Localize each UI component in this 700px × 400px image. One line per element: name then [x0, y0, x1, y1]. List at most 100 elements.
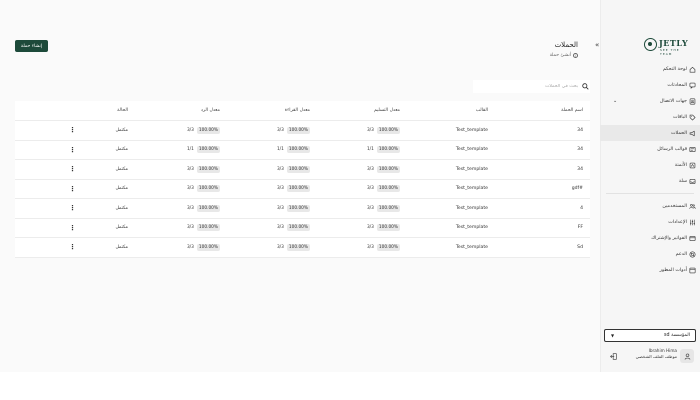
sidebar: JETLY SEE THE TEAM لوحة التحكم المحادثات ج… [600, 0, 700, 372]
reply-rate-cell: 3/3 100.00% [187, 238, 220, 257]
more-options-icon[interactable]: ⋮ [69, 121, 76, 140]
sidebar-item-tag[interactable]: الباقات [600, 109, 700, 125]
column-header-delivery: معدل التسليم [373, 108, 400, 113]
read-rate-count: 1/1 [276, 147, 284, 153]
more-options-icon[interactable]: ⋮ [69, 199, 76, 218]
brand-name: JETLY [659, 38, 689, 48]
inbox-icon [689, 178, 696, 184]
chevron-down-icon[interactable]: ⌄ [613, 98, 617, 104]
collapse-sidebar-icon[interactable]: « [595, 41, 599, 49]
avatar[interactable] [680, 349, 694, 363]
reply-rate-cell: 3/3 100.00% [187, 121, 220, 140]
sidebar-item-support[interactable]: الدعم [600, 246, 700, 262]
column-header-status: الحالة [117, 108, 128, 113]
main-content: « الحملات i أنشئ حملة إنشاء حملة اسم الح… [0, 0, 600, 372]
delivery-rate-cell: 3/3 100.00% [367, 180, 400, 199]
sidebar-item-billing[interactable]: الفواتير والإشتراك [600, 230, 700, 246]
more-options-icon[interactable]: ⋮ [69, 141, 76, 160]
sidebar-item-label: أدوات المطور [659, 267, 687, 273]
organization-select[interactable]: المؤسسة sd ▼ [604, 329, 696, 342]
sidebar-item-settings[interactable]: الإعدادات [600, 214, 700, 230]
reply-rate-percent: 100.00% [196, 165, 220, 173]
more-options-icon[interactable]: ⋮ [69, 219, 76, 238]
campaign-template: Test_template [455, 244, 488, 250]
user-role: موظف الملف الشخصي [635, 354, 677, 359]
read-rate-percent: 100.00% [286, 126, 310, 134]
sidebar-item-automation[interactable]: الأتمتة [600, 157, 700, 173]
search-box [473, 80, 590, 93]
status-badge: مكتمل [115, 244, 128, 250]
organization-select-value: المؤسسة sd [664, 333, 690, 338]
campaign-name: #gdf [571, 186, 583, 192]
user-info: Ibrahim Hima موظف الملف الشخصي [631, 348, 677, 360]
delivery-rate-count: 1/1 [366, 147, 374, 153]
billing-icon [689, 235, 696, 241]
more-options-icon[interactable]: ⋮ [69, 180, 76, 199]
reply-rate-count: 3/3 [186, 225, 194, 231]
table-row[interactable]: FF Test_template 3/3 100.00% 3/3 100.00% 3/3 10… [15, 219, 590, 238]
search-input[interactable] [473, 80, 590, 93]
sidebar-item-users[interactable]: المستخدمين [600, 198, 700, 214]
sidebar-item-label: الأتمتة [674, 162, 687, 168]
delivery-rate-percent: 100.00% [376, 126, 400, 134]
delivery-rate-count: 3/3 [366, 127, 374, 133]
read-rate-count: 3/3 [276, 166, 284, 172]
reply-rate-cell: 3/3 100.00% [187, 160, 220, 179]
read-rate-cell: 3/3 100.00% [277, 160, 310, 179]
table-row[interactable]: Sd Test_template 3/3 100.00% 3/3 100.00% 3/3 10… [15, 238, 590, 258]
table-row[interactable]: #gdf Test_template 3/3 100.00% 3/3 100.00% 3/3… [15, 180, 590, 199]
page-subtitle: i أنشئ حملة [550, 53, 578, 58]
sidebar-item-contacts[interactable]: جهات الاتصال ⌄ [600, 93, 700, 109]
status-badge: مكتمل [115, 205, 128, 211]
sidebar-item-inbox[interactable]: سلة [600, 173, 700, 189]
delivery-rate-count: 3/3 [366, 186, 374, 192]
sidebar-item-campaign[interactable]: الحملات [600, 125, 700, 141]
table-row[interactable]: 34 Test_template 1/1 100.00% 1/1 100.00% 1/1 10… [15, 141, 590, 160]
brand-logo[interactable]: JETLY SEE THE TEAM [644, 36, 690, 56]
read-rate-percent: 100.00% [286, 185, 310, 193]
more-options-icon[interactable]: ⋮ [69, 160, 76, 179]
read-rate-percent: 100.00% [286, 165, 310, 173]
sidebar-item-template[interactable]: قوالب الرسائل [600, 141, 700, 157]
status-badge: مكتمل [115, 127, 128, 133]
chat-icon [689, 82, 696, 89]
reply-rate-count: 3/3 [186, 127, 194, 133]
settings-icon [690, 219, 695, 225]
delivery-rate-percent: 100.00% [376, 243, 400, 251]
column-header-template: القالب [475, 108, 488, 113]
info-icon: i [573, 53, 578, 58]
logout-icon[interactable] [610, 353, 617, 360]
read-rate-cell: 3/3 100.00% [277, 180, 310, 199]
more-options-icon[interactable]: ⋮ [69, 238, 76, 257]
campaign-template: Test_template [455, 166, 488, 172]
reply-rate-percent: 100.00% [196, 243, 220, 251]
delivery-rate-cell: 3/3 100.00% [367, 121, 400, 140]
automation-icon [689, 162, 696, 168]
sidebar-item-home[interactable]: لوحة التحكم [600, 61, 700, 77]
read-rate-count: 3/3 [276, 205, 284, 211]
campaign-icon [689, 130, 695, 136]
table-row[interactable]: 34 Test_template 3/3 100.00% 3/3 100.00% 3/3 10… [15, 160, 590, 180]
support-icon [689, 251, 696, 257]
table-row[interactable]: 4 Test_template 3/3 100.00% 3/3 100.00% 3/3 100… [15, 199, 590, 219]
sidebar-item-label: الفواتير والإشتراك [651, 235, 687, 241]
campaign-name: 34 [577, 127, 583, 133]
status-badge: مكتمل [115, 166, 128, 172]
read-rate-percent: 100.00% [286, 146, 310, 154]
sidebar-item-label: الباقات [673, 114, 687, 120]
table-row[interactable]: 34 Test_template 3/3 100.00% 3/3 100.00% 3/3 10… [15, 121, 590, 141]
tag-icon [689, 114, 696, 121]
sidebar-item-label: سلة [678, 178, 687, 184]
table-body: 34 Test_template 3/3 100.00% 3/3 100.00% 3/3 10… [15, 121, 590, 258]
sidebar-item-chat[interactable]: المحادثات [600, 77, 700, 93]
sidebar-item-label: الدعم [675, 251, 687, 257]
reply-rate-percent: 100.00% [196, 185, 220, 193]
campaign-name: Sd [577, 244, 583, 250]
sidebar-divider [606, 193, 694, 194]
template-icon [689, 146, 696, 152]
sidebar-item-developer[interactable]: أدوات المطور [600, 262, 700, 278]
delivery-rate-cell: 3/3 100.00% [367, 238, 400, 257]
create-campaign-button[interactable]: إنشاء حملة [15, 40, 48, 52]
reply-rate-percent: 100.00% [196, 204, 220, 212]
reply-rate-cell: 1/1 100.00% [187, 141, 220, 160]
